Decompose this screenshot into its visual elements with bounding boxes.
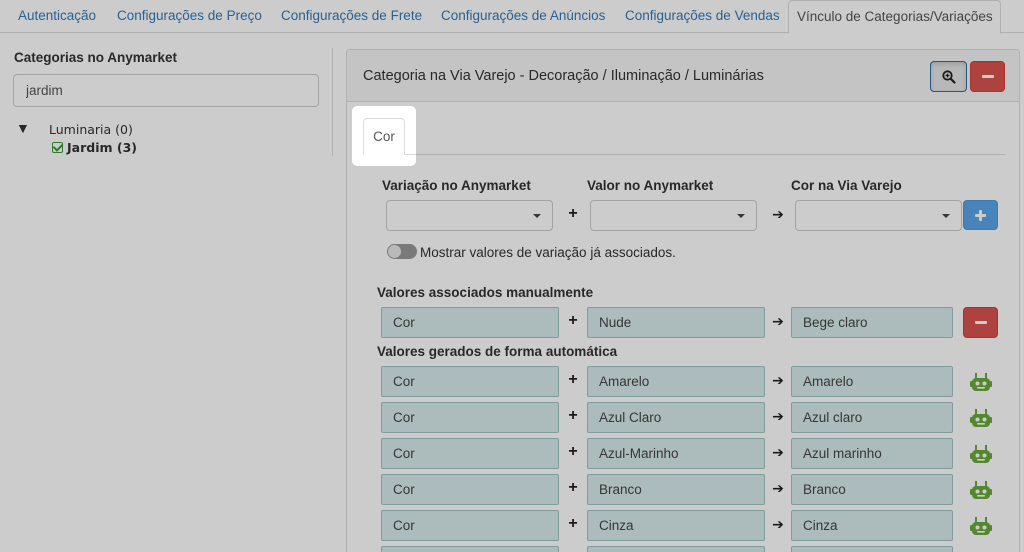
plus-icon: + <box>568 407 578 424</box>
plus-icon: + <box>568 312 578 329</box>
remove-category-button[interactable] <box>970 61 1005 92</box>
auto-row-variation: Cor <box>381 438 559 469</box>
subtab-cor[interactable]: Cor <box>363 118 405 155</box>
robot-icon <box>970 373 992 391</box>
tree-item-luminaria[interactable]: Luminaria (0) <box>49 122 133 137</box>
manual-row-variation: Cor <box>381 307 559 338</box>
minus-icon <box>981 75 994 78</box>
auto-row-variation: Cor <box>381 510 559 541</box>
plus-icon: + <box>568 205 578 222</box>
plus-icon: + <box>568 515 578 532</box>
manual-section-title: Valores associados manualmente <box>377 285 594 300</box>
tree-item-jardim-label: Jardim (3) <box>67 140 137 155</box>
caret-down-icon <box>533 214 541 218</box>
plus-icon: + <box>568 443 578 460</box>
panel-header: Categoria na Via Varejo - Decoração / Il… <box>347 50 1019 102</box>
manual-row-value: Nude <box>587 307 765 338</box>
left-panel-title: Categorias no Anymarket <box>14 50 178 65</box>
value-select[interactable] <box>590 200 757 231</box>
auto-row-target: Cinza <box>791 510 953 541</box>
arrow-right-icon: ➔ <box>772 408 784 424</box>
tree-item-jardim[interactable]: Jardim (3) <box>52 140 137 155</box>
panel-divider <box>332 48 333 156</box>
auto-row-variation <box>381 546 559 552</box>
remove-manual-row-button[interactable] <box>963 307 998 338</box>
auto-row-target: Amarelo <box>791 366 953 397</box>
auto-row-value: Cinza <box>587 510 765 541</box>
subtab-divider <box>363 154 1005 155</box>
minus-icon <box>974 321 987 324</box>
auto-row-target: Azul marinho <box>791 438 953 469</box>
auto-row-value: Amarelo <box>587 366 765 397</box>
arrow-right-icon: ➔ <box>772 516 784 532</box>
auto-row-value: Azul Claro <box>587 402 765 433</box>
manual-row-target: Bege claro <box>791 307 953 338</box>
show-associated-label: Mostrar valores de variação já associado… <box>420 245 676 260</box>
auto-row-target <box>791 546 953 552</box>
arrow-right-icon: ➔ <box>772 480 784 496</box>
arrow-right-icon: ➔ <box>772 444 784 460</box>
tab-configuracoes-vendas[interactable]: Configurações de Vendas <box>617 0 788 33</box>
robot-icon <box>970 409 992 427</box>
arrow-right-icon: ➔ <box>772 313 784 329</box>
auto-row-target: Branco <box>791 474 953 505</box>
top-nav: Autenticação Configurações de Preço Conf… <box>0 0 1024 34</box>
arrow-right-icon: ➔ <box>772 372 784 388</box>
variation-select[interactable] <box>386 200 553 231</box>
auto-row-target: Azul claro <box>791 402 953 433</box>
tab-configuracoes-preco[interactable]: Configurações de Preço <box>109 0 270 33</box>
robot-icon <box>970 481 992 499</box>
auto-row-variation: Cor <box>381 402 559 433</box>
auto-row-value: Branco <box>587 474 765 505</box>
robot-icon <box>970 445 992 463</box>
tree-expand-arrow-icon[interactable]: ▼ <box>16 120 30 136</box>
auto-section-title: Valores gerados de forma automática <box>377 344 618 359</box>
show-associated-toggle[interactable] <box>387 244 417 259</box>
auto-row-variation: Cor <box>381 366 559 397</box>
auto-row-variation: Cor <box>381 474 559 505</box>
target-column-label: Cor na Via Varejo <box>791 178 902 193</box>
tab-configuracoes-frete[interactable]: Configurações de Frete <box>273 0 430 33</box>
auto-row-value <box>587 546 765 552</box>
category-panel: Categoria na Via Varejo - Decoração / Il… <box>346 49 1020 552</box>
caret-down-icon <box>942 214 950 218</box>
panel-title: Categoria na Via Varejo - Decoração / Il… <box>363 68 764 84</box>
zoom-button[interactable] <box>930 61 967 92</box>
caret-down-icon <box>737 214 745 218</box>
tab-configuracoes-anuncios[interactable]: Configurações de Anúncios <box>433 0 613 33</box>
arrow-right-icon: ➔ <box>772 206 784 222</box>
zoom-in-icon <box>942 70 956 84</box>
auto-row-value: Azul-Marinho <box>587 438 765 469</box>
plus-icon: + <box>568 479 578 496</box>
tab-autenticacao[interactable]: Autenticação <box>10 0 104 33</box>
check-square-icon <box>52 142 63 153</box>
category-search-input[interactable] <box>13 74 319 107</box>
add-association-button[interactable] <box>963 200 998 230</box>
plus-icon: + <box>568 371 578 388</box>
variation-column-label: Variação no Anymarket <box>382 178 531 193</box>
target-select[interactable] <box>795 200 962 231</box>
value-column-label: Valor no Anymarket <box>587 178 714 193</box>
tab-vinculo-categorias[interactable]: Vínculo de Categorias/Variações <box>788 0 1001 34</box>
robot-icon <box>970 517 992 535</box>
